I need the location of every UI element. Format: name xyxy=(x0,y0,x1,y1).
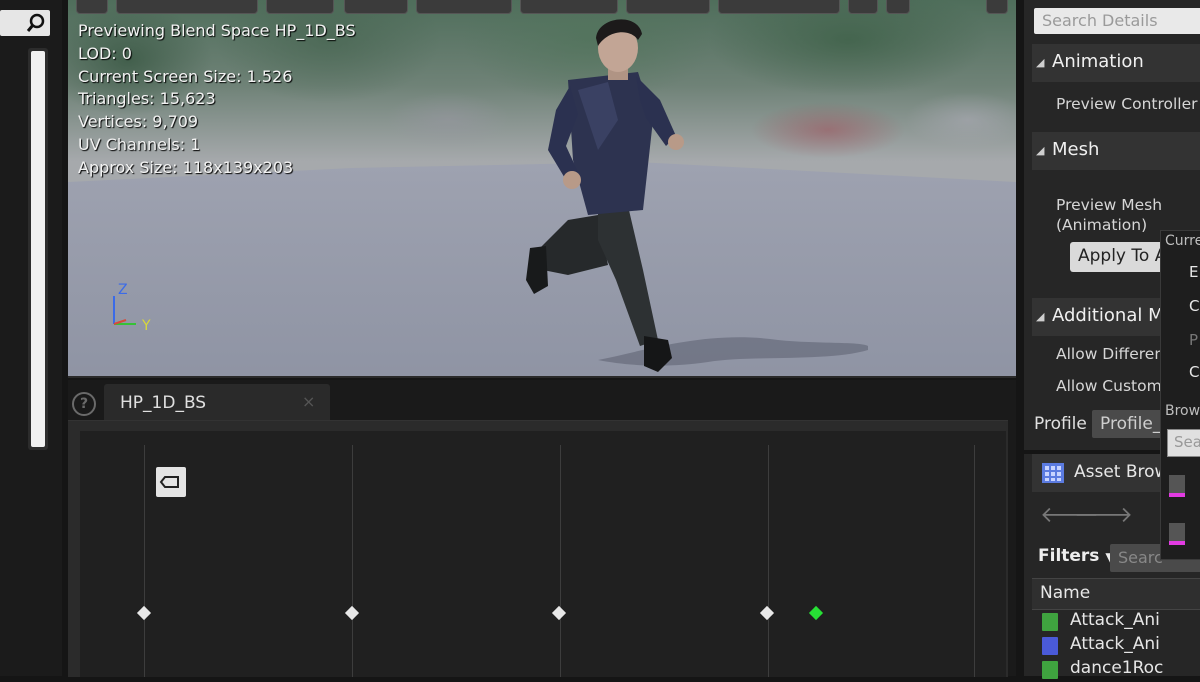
grid-icon xyxy=(1042,463,1064,483)
popup-browse-header: Brow xyxy=(1165,403,1200,419)
collapse-arrow-icon: ◢ xyxy=(1036,310,1045,323)
tag-icon[interactable] xyxy=(156,467,186,497)
prop-preview-mesh-2: (Animation) xyxy=(1056,216,1148,234)
active-sample-point[interactable] xyxy=(809,605,824,621)
show-button[interactable] xyxy=(344,0,408,14)
profile-label: Profile xyxy=(1034,414,1087,434)
stat-uv-channels: UV Channels: 1 xyxy=(78,134,201,154)
tab-close-icon[interactable]: × xyxy=(302,392,315,411)
details-search-placeholder: Search Details xyxy=(1042,11,1158,30)
blendspace-editor xyxy=(68,420,1008,677)
popup-search-input[interactable]: Sea xyxy=(1167,429,1200,457)
popup-item-paste[interactable]: P xyxy=(1189,331,1198,349)
asset-name: Attack_Ani xyxy=(1070,634,1160,654)
perspective-button[interactable] xyxy=(116,0,258,14)
animation-asset-icon xyxy=(1042,637,1058,655)
name-column-label: Name xyxy=(1040,583,1091,603)
grid-line xyxy=(768,445,769,677)
left-panel xyxy=(0,0,62,676)
animation-asset-icon xyxy=(1042,661,1058,679)
help-icon[interactable]: ? xyxy=(72,392,96,416)
grid-line xyxy=(144,445,145,677)
popup-search-placeholder: Sea xyxy=(1174,433,1200,451)
prop-preview-mesh-1: Preview Mesh xyxy=(1056,196,1163,214)
forward-arrow-icon[interactable]: 🡒 xyxy=(1074,502,1133,528)
popup-item-clear[interactable]: C xyxy=(1189,363,1199,381)
axis-z-label: Z xyxy=(118,282,128,298)
search-icon xyxy=(26,13,45,32)
category-mesh[interactable]: ◢ Mesh xyxy=(1032,132,1200,170)
blendspace-grid[interactable] xyxy=(80,431,1006,677)
viewport-options-button[interactable] xyxy=(986,0,1008,14)
blendspace-panel: ? HP_1D_BS × xyxy=(68,380,1016,677)
asset-search-placeholder: Searc xyxy=(1118,548,1163,567)
sample-point[interactable] xyxy=(136,605,152,621)
grid-line xyxy=(974,445,975,677)
prop-allow-custom: Allow Custom xyxy=(1056,377,1162,395)
character-mesh xyxy=(448,10,870,376)
mesh-asset-icon[interactable] xyxy=(1169,523,1185,545)
collapse-arrow-icon: ◢ xyxy=(1036,56,1045,69)
category-additional-title: Additional M xyxy=(1052,305,1164,326)
category-animation[interactable]: ◢ Animation xyxy=(1032,44,1200,82)
left-scroll-thumb[interactable] xyxy=(31,51,45,447)
popup-item-edit[interactable]: E xyxy=(1189,263,1198,281)
filters-button[interactable]: Filters ▼ xyxy=(1038,546,1115,566)
asset-picker-popup: Curre E C P C Brow Sea xyxy=(1160,230,1200,560)
left-search-button[interactable] xyxy=(0,10,50,36)
grid-line xyxy=(560,445,561,677)
sample-point[interactable] xyxy=(551,605,567,621)
details-search-input[interactable]: Search Details xyxy=(1034,8,1200,34)
viewport-menu-button[interactable] xyxy=(76,0,108,14)
viewport-stats: Previewing Blend Space HP_1D_BS LOD: 0 C… xyxy=(78,20,356,180)
prop-preview-controller: Preview Controller xyxy=(1056,95,1198,113)
axis-y-label: Y xyxy=(142,318,151,334)
mesh-asset-icon[interactable] xyxy=(1169,475,1185,497)
maximize-button[interactable] xyxy=(886,0,910,14)
category-mesh-title: Mesh xyxy=(1052,139,1100,160)
filters-label: Filters xyxy=(1038,546,1100,566)
collapse-arrow-icon: ◢ xyxy=(1036,144,1045,157)
stat-vertices: Vertices: 9,709 xyxy=(78,112,199,132)
asset-name: dance1Roc xyxy=(1070,658,1164,678)
preview-viewport[interactable]: Previewing Blend Space HP_1D_BS LOD: 0 C… xyxy=(68,0,1016,378)
stat-triangles: Triangles: 15,623 xyxy=(78,89,216,109)
popup-item-copy[interactable]: C xyxy=(1189,297,1199,315)
profile-value: Profile_ xyxy=(1100,414,1162,434)
category-animation-title: Animation xyxy=(1052,51,1144,72)
sample-point[interactable] xyxy=(344,605,359,621)
sample-point[interactable] xyxy=(759,605,774,621)
animation-asset-icon xyxy=(1042,613,1058,631)
tab-hp-1d-bs[interactable]: HP_1D_BS × xyxy=(104,384,330,420)
stat-lod: LOD: 0 xyxy=(78,43,132,63)
name-column-header[interactable]: Name xyxy=(1032,578,1200,610)
lit-button[interactable] xyxy=(266,0,334,14)
stat-preview-name: Previewing Blend Space HP_1D_BS xyxy=(78,21,356,40)
axis-gizmo: Z Y xyxy=(106,282,166,336)
asset-browser-title: Asset Brow xyxy=(1074,462,1169,482)
apply-button-label: Apply To A xyxy=(1078,246,1167,266)
left-scrollbar[interactable] xyxy=(28,48,48,450)
prop-allow-different: Allow Differen xyxy=(1056,345,1165,363)
tab-label: HP_1D_BS xyxy=(120,393,207,413)
stat-approx-size: Approx Size: 118x139x203 xyxy=(78,157,294,177)
popup-current-header: Curre xyxy=(1165,233,1200,249)
asset-name: Attack_Ani xyxy=(1070,610,1160,630)
grid-line xyxy=(352,445,353,677)
stat-screen-size: Current Screen Size: 1.526 xyxy=(78,66,293,86)
